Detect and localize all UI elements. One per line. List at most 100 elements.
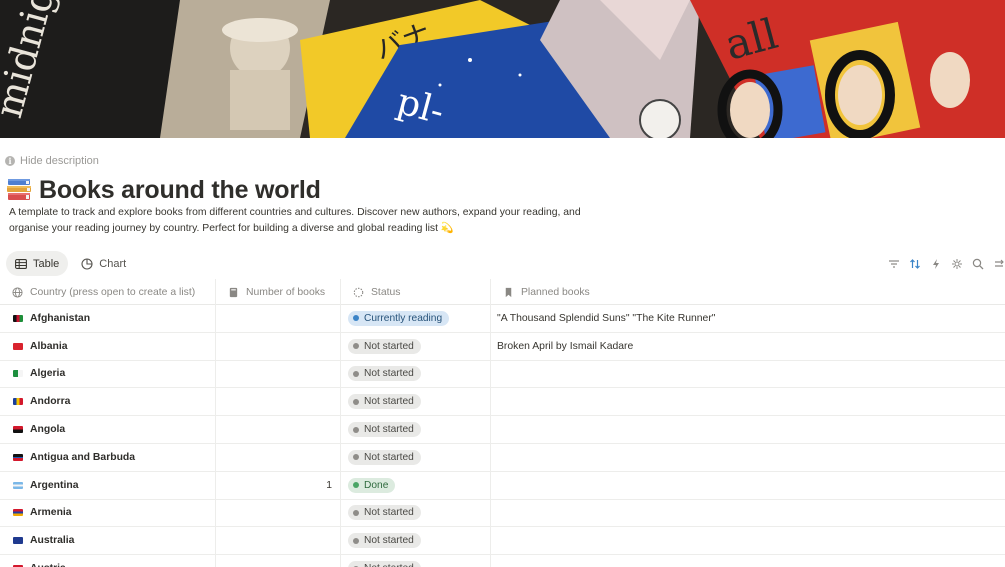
country-name: Angola bbox=[30, 424, 66, 436]
status-cell[interactable]: Not started bbox=[341, 388, 491, 416]
country-cell[interactable]: Afghanistan bbox=[0, 305, 216, 332]
flag-armenia-icon bbox=[13, 509, 23, 517]
status-badge: Not started bbox=[348, 394, 421, 410]
status-badge: Not started bbox=[348, 338, 421, 354]
status-cell[interactable]: Done bbox=[341, 471, 491, 499]
status-cell[interactable]: Currently reading bbox=[341, 305, 491, 332]
country-cell[interactable]: Andorra bbox=[0, 388, 216, 416]
number-of-books-cell[interactable] bbox=[216, 499, 341, 527]
status-dot-icon bbox=[353, 509, 359, 516]
table-row[interactable]: Austria Not started bbox=[0, 555, 1005, 567]
country-name: Argentina bbox=[30, 479, 79, 491]
planned-books-cell[interactable]: Broken April by Ismail Kadare bbox=[491, 333, 1005, 360]
table-row[interactable]: Angola Not started bbox=[0, 416, 1005, 444]
table-row[interactable]: Armenia Not started bbox=[0, 499, 1005, 528]
status-label: Not started bbox=[364, 535, 414, 547]
country-name: Austria bbox=[30, 563, 66, 567]
number-of-books-cell[interactable] bbox=[216, 555, 341, 567]
number-of-books-cell[interactable] bbox=[216, 388, 341, 416]
table-row[interactable]: Andorra Not started bbox=[0, 388, 1005, 417]
sort-icon[interactable] bbox=[909, 258, 921, 270]
status-label: Not started bbox=[364, 424, 414, 436]
country-cell[interactable]: Argentina bbox=[0, 471, 216, 499]
status-cell[interactable]: Not started bbox=[341, 360, 491, 388]
status-badge: Not started bbox=[348, 366, 421, 382]
table-icon bbox=[15, 258, 27, 269]
table-row[interactable]: Afghanistan Currently reading "A Thousan… bbox=[0, 305, 1005, 333]
search-icon[interactable] bbox=[972, 258, 984, 270]
country-cell[interactable]: Albania bbox=[0, 332, 216, 360]
hide-description-toggle[interactable]: i Hide description bbox=[5, 153, 99, 169]
country-cell[interactable]: Angola bbox=[0, 416, 216, 443]
planned-books-cell[interactable] bbox=[491, 527, 1005, 554]
planned-books-cell[interactable]: "A Thousand Splendid Suns" "The Kite Run… bbox=[491, 305, 1005, 332]
flag-afghanistan-icon bbox=[13, 314, 23, 322]
status-label: Not started bbox=[364, 368, 414, 380]
column-header-label: Status bbox=[371, 286, 401, 298]
table-row[interactable]: Australia Not started bbox=[0, 527, 1005, 556]
table-row[interactable]: Argentina 1 Done bbox=[0, 471, 1005, 500]
status-cell[interactable]: Not started bbox=[341, 443, 491, 471]
status-badge: Not started bbox=[348, 505, 421, 521]
number-of-books-cell[interactable] bbox=[216, 332, 341, 360]
column-header-label: Number of books bbox=[246, 286, 326, 298]
planned-books-cell[interactable] bbox=[491, 555, 1005, 567]
country-name: Algeria bbox=[30, 368, 66, 380]
number-of-books-cell[interactable] bbox=[216, 527, 341, 555]
flag-argentina-icon bbox=[13, 481, 23, 489]
customize-icon[interactable] bbox=[951, 258, 963, 270]
number-of-books-cell[interactable]: 1 bbox=[216, 471, 341, 499]
country-cell[interactable]: Algeria bbox=[0, 360, 216, 388]
database-table: Country (press open to create a list) Nu… bbox=[0, 279, 1005, 567]
status-cell[interactable]: Not started bbox=[341, 416, 491, 443]
status-dot-icon bbox=[353, 343, 359, 350]
column-header-status[interactable]: Status bbox=[341, 279, 491, 305]
table-row[interactable]: Algeria Not started bbox=[0, 360, 1005, 389]
page-description[interactable]: A template to track and explore books fr… bbox=[9, 205, 609, 237]
status-cell[interactable]: Not started bbox=[341, 527, 491, 555]
status-badge: Done bbox=[348, 477, 396, 493]
status-cell[interactable]: Not started bbox=[341, 332, 491, 360]
status-dot-icon bbox=[353, 537, 359, 544]
column-header-planned-books[interactable]: Planned books bbox=[491, 279, 1005, 305]
number-of-books-cell[interactable] bbox=[216, 360, 341, 388]
column-header-number-of-books[interactable]: Number of books bbox=[216, 279, 341, 305]
planned-books-value: Broken April by Ismail Kadare bbox=[497, 340, 634, 352]
country-name: Antigua and Barbuda bbox=[30, 451, 136, 463]
page-title[interactable]: Books around the world bbox=[39, 176, 321, 205]
country-cell[interactable]: Armenia bbox=[0, 499, 216, 527]
planned-books-cell[interactable] bbox=[491, 444, 1005, 471]
planned-books-cell[interactable] bbox=[491, 500, 1005, 527]
status-label: Not started bbox=[364, 563, 414, 567]
status-badge: Not started bbox=[348, 449, 421, 465]
automation-bolt-icon[interactable] bbox=[930, 258, 942, 270]
flag-angola-icon bbox=[13, 426, 23, 434]
number-of-books-cell[interactable] bbox=[216, 443, 341, 471]
table-row[interactable]: Albania Not started Broken April by Isma… bbox=[0, 332, 1005, 361]
tab-chart[interactable]: Chart bbox=[72, 251, 135, 276]
filter-icon[interactable] bbox=[888, 258, 900, 270]
table-row[interactable]: Antigua and Barbuda Not started bbox=[0, 443, 1005, 472]
status-dot-icon bbox=[353, 426, 359, 433]
column-header-country[interactable]: Country (press open to create a list) bbox=[0, 279, 216, 305]
cover-image[interactable]: midnight バナ pl- all bbox=[0, 0, 1005, 138]
country-cell[interactable]: Austria bbox=[0, 555, 216, 567]
planned-books-cell[interactable] bbox=[491, 416, 1005, 443]
globe-icon bbox=[12, 286, 23, 298]
status-cell[interactable]: Not started bbox=[341, 555, 491, 567]
table-header: Country (press open to create a list) Nu… bbox=[0, 279, 1005, 305]
country-cell[interactable]: Australia bbox=[0, 527, 216, 555]
number-of-books-cell[interactable] bbox=[216, 416, 341, 443]
flag-algeria-icon bbox=[13, 370, 23, 378]
tab-table[interactable]: Table bbox=[6, 251, 69, 276]
country-name: Albania bbox=[30, 340, 68, 352]
planned-books-cell[interactable] bbox=[491, 361, 1005, 388]
planned-books-cell[interactable] bbox=[491, 388, 1005, 415]
planned-books-cell[interactable] bbox=[491, 472, 1005, 499]
planned-books-value: "A Thousand Splendid Suns" "The Kite Run… bbox=[497, 312, 716, 324]
number-of-books-cell[interactable] bbox=[216, 305, 341, 332]
country-cell[interactable]: Antigua and Barbuda bbox=[0, 443, 216, 471]
more-icon[interactable] bbox=[993, 258, 1005, 270]
books-stack-icon[interactable] bbox=[6, 176, 33, 204]
status-cell[interactable]: Not started bbox=[341, 499, 491, 527]
